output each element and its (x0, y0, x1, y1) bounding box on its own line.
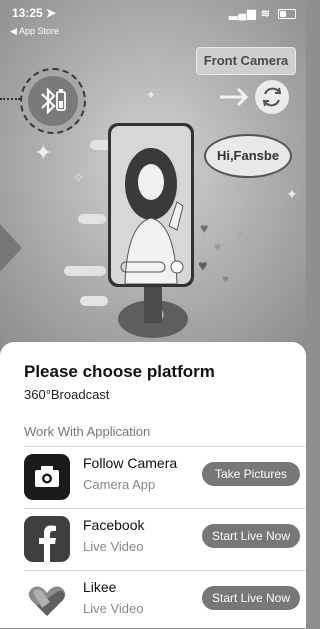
bluetooth-badge (28, 76, 78, 126)
facebook-app-icon (24, 516, 70, 562)
camera-app-icon (24, 454, 70, 500)
system-indicators: ▂▄▆ ≋ (229, 7, 296, 20)
section-label: Work With Application (24, 424, 151, 439)
list-item-likee[interactable]: Likee Live Video Start Live Now (0, 570, 306, 626)
camera-icon (35, 466, 59, 487)
status-time: 13:25 ➤ (12, 6, 57, 20)
connector-line (0, 98, 20, 100)
sparkle-icon: ✦ (286, 186, 298, 202)
app-name: Likee (83, 579, 117, 595)
heart-icon: ♥ (198, 258, 208, 275)
greeting-bubble: Hi,Fansbe (204, 134, 292, 178)
app-name: Follow Camera (83, 455, 178, 471)
app-name: Facebook (83, 517, 145, 533)
switch-camera-button[interactable] (255, 80, 289, 114)
start-live-button[interactable]: Start Live Now (202, 586, 300, 610)
arrow-right-icon (220, 87, 249, 107)
sheet-title: Please choose platform (24, 362, 215, 381)
sheet-subtitle: 360°Broadcast (24, 387, 110, 402)
person-illustration (120, 148, 184, 284)
heart-icon: ♥ (236, 228, 244, 242)
app-subtitle: Camera App (83, 477, 156, 492)
sparkle-icon: ✦ (146, 88, 157, 102)
gimbal-stand (144, 287, 162, 323)
facebook-icon (39, 525, 56, 562)
heart-icon: ♥ (222, 272, 230, 286)
signal-icon: ▂▄▆ (228, 8, 257, 20)
chevron-right-icon (0, 224, 22, 272)
chat-bar (78, 214, 106, 224)
camera-preview: ✦ ✦ ✦ ✧ ♥ ♥ ♥ ♥ ♥ 13:25 ➤ ◀ App Store ▂▄… (0, 0, 306, 342)
heart-icon: ♥ (214, 240, 222, 254)
phone-illustration (108, 123, 194, 287)
app-subtitle: Live Video (83, 539, 144, 554)
chat-bar (64, 266, 106, 276)
take-pictures-button[interactable]: Take Pictures (202, 462, 300, 486)
battery-icon (278, 9, 296, 20)
list-item-facebook[interactable]: Facebook Live Video Start Live Now (0, 508, 306, 564)
likee-heart-icon (28, 586, 66, 616)
likee-app-icon (24, 578, 70, 624)
phone-screen (111, 126, 191, 284)
back-to-app-store[interactable]: ◀ App Store (10, 26, 59, 37)
list-item-follow-camera[interactable]: Follow Camera Camera App Take Pictures (0, 446, 306, 502)
start-live-button[interactable]: Start Live Now (202, 524, 300, 548)
bluetooth-status[interactable] (20, 68, 86, 134)
sparkle-icon: ✦ (34, 140, 53, 165)
location-arrow-icon: ➤ (46, 6, 57, 20)
bluetooth-icon (41, 87, 66, 115)
switch-camera-icon (262, 87, 282, 107)
heart-icon: ♥ (200, 220, 209, 236)
front-camera-label[interactable]: Front Camera (196, 47, 296, 75)
app-subtitle: Live Video (83, 601, 144, 616)
chat-bar (80, 296, 108, 306)
status-bar: 13:25 ➤ ◀ App Store ▂▄▆ ≋ (0, 0, 306, 42)
sparkle-icon: ✧ (72, 170, 86, 187)
wifi-icon: ≋ (260, 8, 271, 20)
